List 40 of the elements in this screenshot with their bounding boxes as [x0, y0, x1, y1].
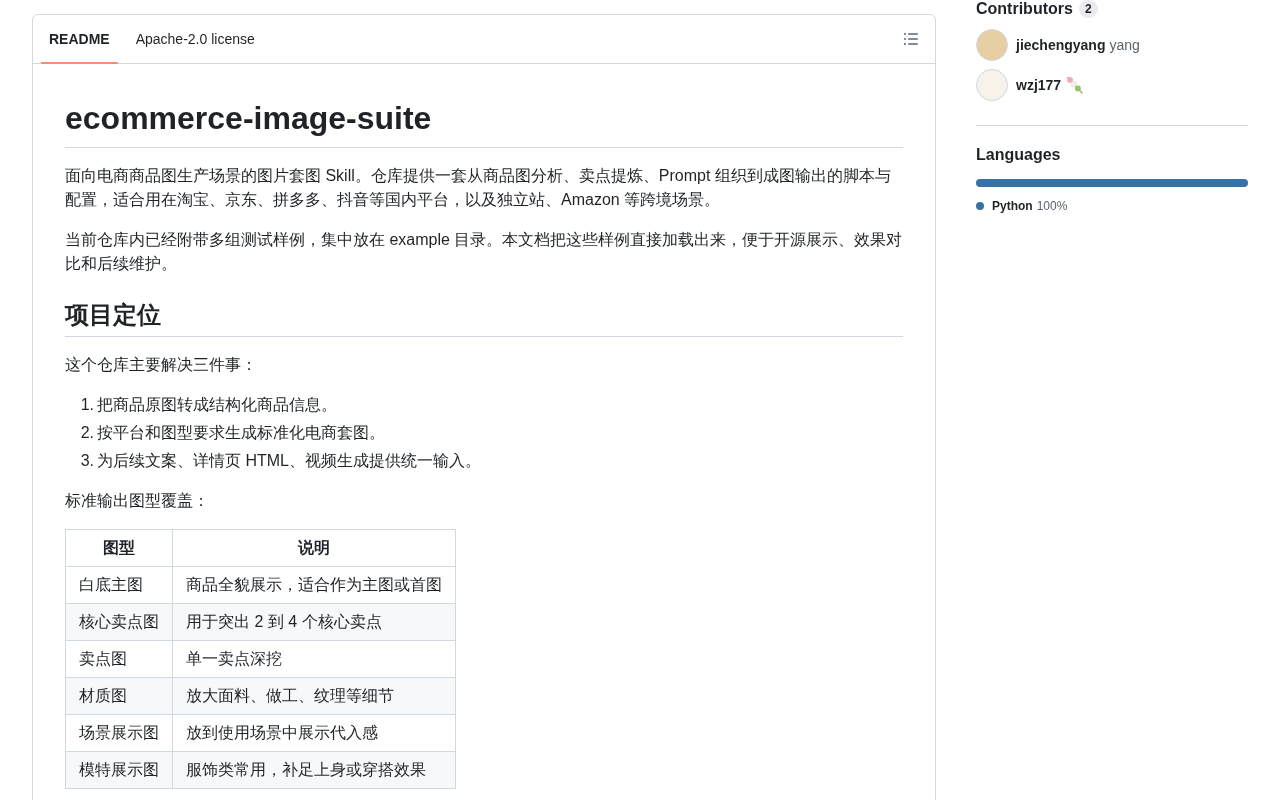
table-cell: 放到使用场景中展示代入感 — [172, 714, 456, 752]
column-header: 说明 — [172, 529, 456, 567]
readme-title: ecommerce-image-suite — [65, 98, 903, 148]
column-header: 图型 — [65, 529, 173, 567]
paragraph: 这个仓库主要解决三件事： — [65, 355, 258, 375]
tab[interactable]: README — [41, 15, 118, 64]
table-cell: 商品全貌展示，适合作为主图或首图 — [172, 566, 456, 604]
languages-heading: Languages — [976, 146, 1062, 164]
list-item: 把商品原图转成结构化商品信息。 — [97, 395, 337, 415]
list-item: 为后续文案、详情页 HTML、视频生成提供统一输入。 — [97, 451, 481, 471]
table-cell: 白底主图 — [65, 566, 173, 604]
list-number: 3. — [79, 451, 94, 471]
list-icon — [903, 31, 919, 47]
list-item: 按平台和图型要求生成标准化电商套图。 — [97, 423, 385, 443]
avatar-icon[interactable] — [976, 29, 1008, 61]
paragraph: 面向电商商品图生产场景的图片套图 Skill。仓库提供一套从商品图分析、卖点提炼、Prompt 组织到成图输出的脚本与配置，适合用在淘宝、京东、拼多多、抖音等国内平台，以及独立站、Amazon 等跨境场景。 — [65, 166, 892, 210]
table-cell: 放大面料、做工、纹理等细节 — [172, 677, 456, 715]
table-cell: 单一卖点深挖 — [172, 640, 456, 678]
display-name: yang — [1109, 37, 1140, 53]
section-heading: 项目定位 — [65, 300, 903, 337]
table-cell: 材质图 — [65, 677, 173, 715]
paragraph: 标准输出图型覆盖： — [65, 491, 210, 511]
language-name[interactable]: Python — [992, 197, 1033, 215]
language-percent: 100% — [1036, 198, 1068, 215]
username[interactable]: wzj177 — [1016, 77, 1062, 93]
list-number: 2. — [79, 423, 94, 443]
table-cell: 核心卖点图 — [65, 603, 173, 641]
table-cell: 用于突出 2 到 4 个核心卖点 — [172, 603, 456, 641]
dango-icon — [1065, 76, 1084, 94]
paragraph: 当前仓库内已经附带多组测试样例，集中放在 example 目录。本文档把这些样例直接加载出来，便于开源展示、效果对比和后续维护。 — [65, 230, 903, 274]
table-cell: 场景展示图 — [65, 714, 173, 752]
list-number: 1. — [79, 395, 94, 415]
count-badge: 2 — [1078, 0, 1098, 18]
table-cell: 卖点图 — [65, 640, 173, 678]
username[interactable]: jiechengyang — [1016, 37, 1106, 53]
avatar-icon[interactable] — [976, 69, 1008, 101]
table-cell: 服饰类常用，补足上身或穿搭效果 — [172, 751, 456, 789]
contributors-heading[interactable]: Contributors — [976, 0, 1073, 18]
table-cell: 模特展示图 — [65, 751, 173, 789]
tab[interactable]: Apache-2.0 license — [127, 15, 263, 64]
